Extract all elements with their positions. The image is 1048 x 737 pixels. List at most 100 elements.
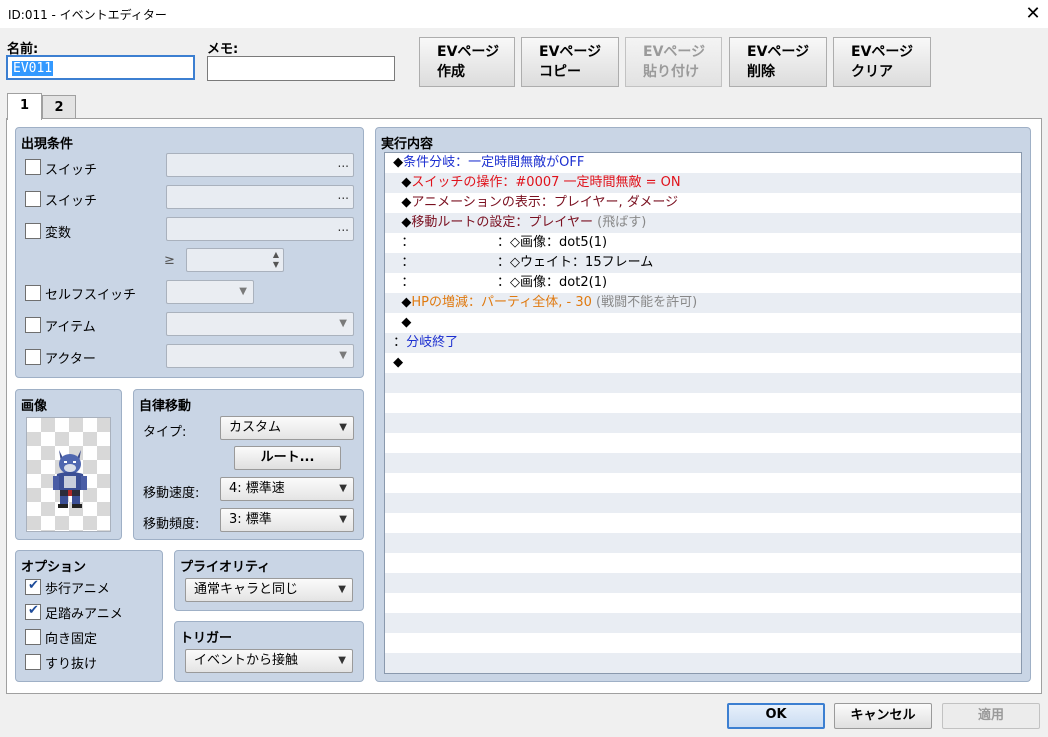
speed-value: 4: 標準速 [229, 481, 285, 496]
button-line1: EVページ [851, 44, 914, 60]
command-line[interactable]: ◆HPの増減：パーティ全体, - 30 (戦闘不能を許可) [385, 293, 1021, 313]
self-switch-checkbox[interactable] [25, 285, 41, 301]
item-label: アイテム [45, 320, 96, 335]
close-icon[interactable]: ✕ [1020, 2, 1046, 26]
command-line[interactable] [385, 533, 1021, 553]
command-line[interactable] [385, 633, 1021, 653]
switch1-field[interactable]: ... [166, 153, 354, 177]
trigger-select[interactable]: イベントから接触 ▼ [185, 649, 353, 673]
chevron-down-icon: ▼ [339, 514, 347, 525]
autonomous-title: 自律移動 [139, 399, 192, 414]
command-text: ： ：◇画像：dot5(1) [401, 235, 608, 250]
command-line[interactable]: ◆条件分岐：一定時間無敵がOFF [385, 153, 1021, 173]
command-indent [389, 315, 401, 330]
memo-input[interactable] [207, 56, 395, 81]
command-line[interactable] [385, 573, 1021, 593]
actor-select[interactable]: ▼ [166, 344, 354, 368]
frequency-label: 移動頻度: [143, 517, 200, 532]
command-line[interactable]: ◆スイッチの操作：#0007 一定時間無敵 = ON [385, 173, 1021, 193]
type-select[interactable]: カスタム ▼ [220, 416, 354, 440]
command-indent [389, 175, 401, 190]
self-switch-select[interactable]: ▼ [166, 280, 254, 304]
spin-down-icon[interactable]: ▼ [273, 260, 279, 269]
command-line[interactable] [385, 473, 1021, 493]
command-line[interactable] [385, 453, 1021, 473]
ev-page-create-button[interactable]: EVページ 作成 [419, 37, 515, 87]
walking-anime-checkbox[interactable] [25, 578, 41, 595]
name-value: EV011 [12, 61, 54, 76]
item-select[interactable]: ▼ [166, 312, 354, 336]
variable-field[interactable]: ... [166, 217, 354, 241]
switch2-checkbox[interactable] [25, 191, 41, 207]
command-text: ◆ [393, 155, 404, 170]
command-line[interactable]: ： ：◇画像：dot5(1) [385, 233, 1021, 253]
priority-select[interactable]: 通常キャラと同じ ▼ [185, 578, 353, 602]
command-line[interactable] [385, 373, 1021, 393]
button-line1: EVページ [539, 44, 602, 60]
command-line[interactable]: ◆ [385, 353, 1021, 373]
switch1-checkbox[interactable] [25, 159, 41, 175]
command-list[interactable]: ◆条件分岐：一定時間無敵がOFF ◆スイッチの操作：#0007 一定時間無敵 =… [384, 152, 1022, 674]
frequency-select[interactable]: 3: 標準 ▼ [220, 508, 354, 532]
command-text: ： [393, 335, 407, 350]
ok-button[interactable]: OK [727, 703, 825, 729]
switch2-field[interactable]: ... [166, 185, 354, 209]
command-line[interactable] [385, 513, 1021, 533]
command-text: ◆ [393, 355, 404, 370]
variable-value-spinner[interactable]: ▲ ▼ [186, 248, 284, 272]
actor-checkbox[interactable] [25, 349, 41, 365]
command-line[interactable] [385, 413, 1021, 433]
command-line[interactable] [385, 433, 1021, 453]
command-text: ： ：◇ウェイト：15フレーム [401, 255, 654, 270]
command-text: HPの増減：パーティ全体, - 30 [411, 295, 592, 310]
tab-page-1[interactable]: 1 [7, 93, 42, 120]
command-line[interactable] [385, 593, 1021, 613]
self-switch-label: セルフスイッチ [45, 288, 137, 303]
name-input[interactable]: EV011 [6, 55, 195, 80]
command-line[interactable] [385, 653, 1021, 673]
speed-select[interactable]: 4: 標準速 ▼ [220, 477, 354, 501]
ev-page-paste-button[interactable]: EVページ 貼り付け [625, 37, 722, 87]
command-line[interactable]: ◆移動ルートの設定：プレイヤー (飛ばす) [385, 213, 1021, 233]
chevron-down-icon: ▼ [339, 318, 347, 329]
command-text: 移動ルートの設定：プレイヤー [411, 215, 594, 230]
variable-label: 変数 [45, 226, 72, 241]
apply-button[interactable]: 適用 [942, 703, 1040, 729]
ev-page-copy-button[interactable]: EVページ コピー [521, 37, 619, 87]
direction-fix-checkbox[interactable] [25, 629, 41, 645]
command-line[interactable] [385, 393, 1021, 413]
command-line[interactable] [385, 613, 1021, 633]
ev-page-clear-button[interactable]: EVページ クリア [833, 37, 931, 87]
variable-checkbox[interactable] [25, 223, 41, 239]
gte-symbol: ≥ [164, 253, 175, 268]
item-checkbox[interactable] [25, 317, 41, 333]
priority-group: プライオリティ 通常キャラと同じ ▼ [174, 550, 364, 611]
stepping-anime-checkbox[interactable] [25, 603, 41, 620]
chevron-down-icon: ▼ [339, 350, 347, 361]
spin-up-icon[interactable]: ▲ [273, 250, 279, 259]
options-group: オプション 歩行アニメ 足踏みアニメ 向き固定 すり抜け [15, 550, 163, 682]
command-line[interactable]: ： ：◇画像：dot2(1) [385, 273, 1021, 293]
chevron-down-icon: ▼ [338, 655, 346, 666]
image-preview[interactable] [26, 417, 111, 532]
ev-page-delete-button[interactable]: EVページ 削除 [729, 37, 827, 87]
command-line[interactable]: ◆ [385, 313, 1021, 333]
route-button[interactable]: ルート... [234, 446, 341, 470]
chevron-down-icon: ▼ [239, 286, 247, 297]
trigger-value: イベントから接触 [194, 653, 299, 668]
tab-page-2[interactable]: 2 [42, 95, 76, 119]
command-line[interactable] [385, 553, 1021, 573]
command-text: ◆ [401, 215, 412, 230]
command-line[interactable]: ： ：◇ウェイト：15フレーム [385, 253, 1021, 273]
command-line[interactable]: ◆アニメーションの表示：プレイヤー, ダメージ [385, 193, 1021, 213]
command-line[interactable]: ：分岐終了 [385, 333, 1021, 353]
cancel-button[interactable]: キャンセル [834, 703, 932, 729]
button-line2: 削除 [747, 64, 775, 80]
direction-fix-label: 向き固定 [45, 632, 98, 647]
options-title: オプション [21, 560, 87, 575]
through-checkbox[interactable] [25, 654, 41, 670]
conditions-title: 出現条件 [21, 137, 74, 152]
command-line[interactable] [385, 493, 1021, 513]
conditions-group: 出現条件 スイッチ ... スイッチ ... 変数 ... ≥ ▲ ▼ セルフス… [15, 127, 364, 378]
image-title: 画像 [21, 399, 48, 414]
